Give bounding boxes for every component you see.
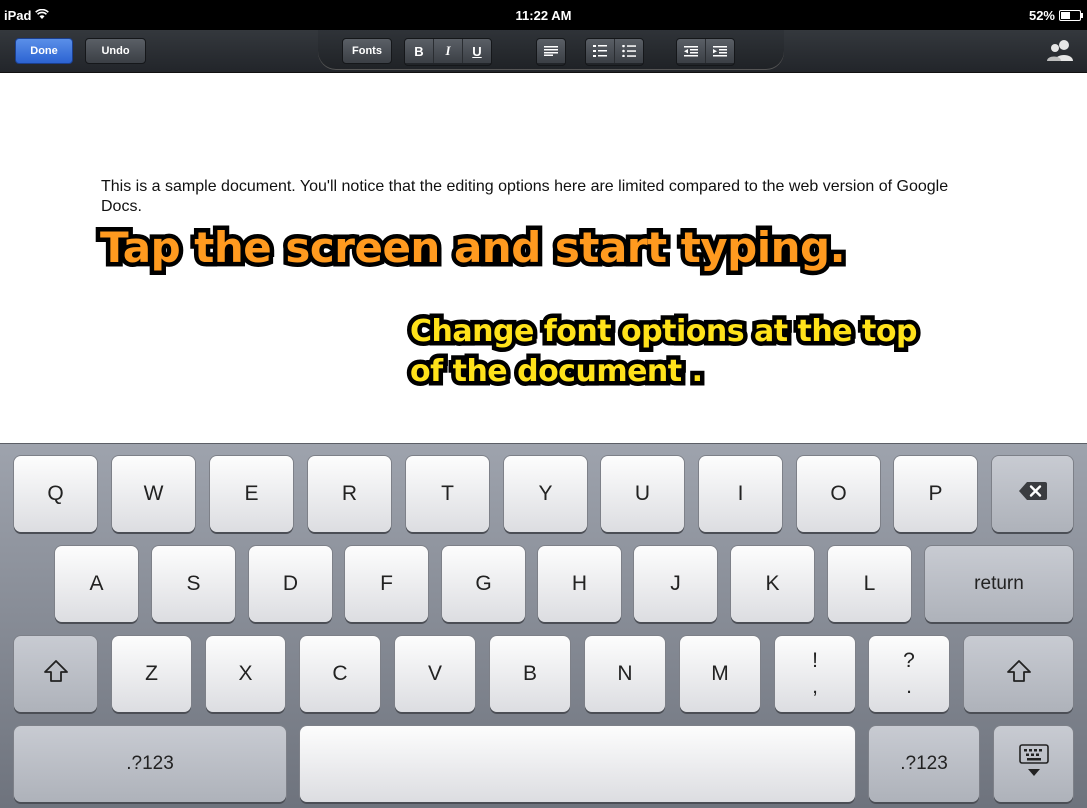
status-time: 11:22 AM bbox=[515, 8, 572, 23]
key-n[interactable]: N bbox=[585, 636, 665, 712]
key-y[interactable]: Y bbox=[504, 456, 587, 532]
key-h[interactable]: H bbox=[538, 546, 621, 622]
backspace-icon bbox=[1018, 482, 1047, 506]
done-button[interactable]: Done bbox=[15, 38, 73, 64]
key-a[interactable]: A bbox=[55, 546, 138, 622]
key-q[interactable]: Q bbox=[14, 456, 97, 532]
list-group bbox=[585, 38, 644, 66]
key-m[interactable]: M bbox=[680, 636, 760, 712]
question-label: ? bbox=[903, 649, 915, 672]
numbered-list-icon bbox=[593, 45, 607, 57]
key-k[interactable]: K bbox=[731, 546, 814, 622]
key-o[interactable]: O bbox=[797, 456, 880, 532]
key-w[interactable]: W bbox=[112, 456, 195, 532]
exclaim-label: ! bbox=[812, 649, 818, 672]
document-body-text[interactable]: This is a sample document. You'll notice… bbox=[101, 177, 981, 217]
undo-button[interactable]: Undo bbox=[85, 38, 146, 64]
key-question-period[interactable]: ? . bbox=[869, 636, 949, 712]
increase-indent-button[interactable] bbox=[706, 39, 734, 63]
bold-button[interactable]: B bbox=[405, 39, 434, 63]
document-canvas[interactable]: This is a sample document. You'll notice… bbox=[0, 73, 1087, 443]
key-f[interactable]: F bbox=[345, 546, 428, 622]
key-exclaim-comma[interactable]: ! , bbox=[775, 636, 855, 712]
bold-label: B bbox=[414, 43, 424, 59]
shift-key-right[interactable] bbox=[964, 636, 1073, 712]
shift-icon bbox=[43, 660, 68, 688]
align-left-button[interactable] bbox=[537, 39, 565, 63]
key-e[interactable]: E bbox=[210, 456, 293, 532]
question-period-labels: ? . bbox=[903, 648, 915, 700]
key-u[interactable]: U bbox=[601, 456, 684, 532]
align-left-icon bbox=[544, 46, 558, 56]
key-c[interactable]: C bbox=[300, 636, 380, 712]
keyboard-dismiss-icon bbox=[1018, 744, 1049, 784]
battery-percent: 52% bbox=[1028, 8, 1055, 23]
key-p[interactable]: P bbox=[894, 456, 977, 532]
key-r[interactable]: R bbox=[308, 456, 391, 532]
annotation-font-options: Change font options at the top of the do… bbox=[406, 310, 922, 394]
key-b[interactable]: B bbox=[490, 636, 570, 712]
outdent-icon bbox=[684, 45, 698, 57]
fonts-button[interactable]: Fonts bbox=[342, 38, 392, 64]
backspace-key[interactable] bbox=[992, 456, 1073, 532]
exclaim-comma-labels: ! , bbox=[812, 648, 818, 700]
italic-label: I bbox=[445, 43, 451, 58]
collaborators-icon[interactable] bbox=[1047, 39, 1073, 66]
indent-group bbox=[676, 38, 735, 66]
shift-key-left[interactable] bbox=[14, 636, 97, 712]
status-bar: iPad 11:22 AM 52% bbox=[0, 0, 1087, 30]
key-d[interactable]: D bbox=[249, 546, 332, 622]
annotation-font-options-line1: Change font options at the top bbox=[406, 310, 922, 354]
key-s[interactable]: S bbox=[152, 546, 235, 622]
return-key[interactable]: return bbox=[925, 546, 1073, 622]
annotation-font-options-line2: of the document . bbox=[406, 350, 708, 394]
battery-icon bbox=[1059, 10, 1083, 21]
comma-label: , bbox=[812, 675, 818, 698]
space-bar[interactable] bbox=[300, 726, 855, 802]
indent-icon bbox=[713, 45, 727, 57]
italic-button[interactable]: I bbox=[434, 39, 463, 63]
underline-button[interactable]: U bbox=[463, 39, 491, 63]
key-t[interactable]: T bbox=[406, 456, 489, 532]
underline-label: U bbox=[472, 43, 482, 59]
period-label: . bbox=[906, 675, 912, 698]
status-right: 52% bbox=[1028, 8, 1083, 23]
numbered-list-button[interactable] bbox=[586, 39, 615, 63]
decrease-indent-button[interactable] bbox=[677, 39, 706, 63]
text-style-group: B I U bbox=[404, 38, 492, 66]
key-j[interactable]: J bbox=[634, 546, 717, 622]
annotation-tap-to-type: Tap the screen and start typing. bbox=[95, 219, 850, 277]
bulleted-list-button[interactable] bbox=[615, 39, 643, 63]
key-i[interactable]: I bbox=[699, 456, 782, 532]
numbers-key-left[interactable]: .?123 bbox=[14, 726, 286, 802]
key-g[interactable]: G bbox=[442, 546, 525, 622]
key-v[interactable]: V bbox=[395, 636, 475, 712]
editor-toolbar: Done Undo Fonts B I U bbox=[0, 30, 1087, 73]
bulleted-list-icon bbox=[622, 45, 636, 57]
hide-keyboard-key[interactable] bbox=[994, 726, 1073, 802]
shift-icon bbox=[1006, 660, 1031, 688]
align-group bbox=[536, 38, 566, 66]
numbers-key-right[interactable]: .?123 bbox=[869, 726, 979, 802]
key-x[interactable]: X bbox=[206, 636, 285, 712]
key-z[interactable]: Z bbox=[112, 636, 191, 712]
key-l[interactable]: L bbox=[828, 546, 911, 622]
onscreen-keyboard: Q W E R T Y U I O P A S D F G H J K L re… bbox=[0, 443, 1087, 808]
